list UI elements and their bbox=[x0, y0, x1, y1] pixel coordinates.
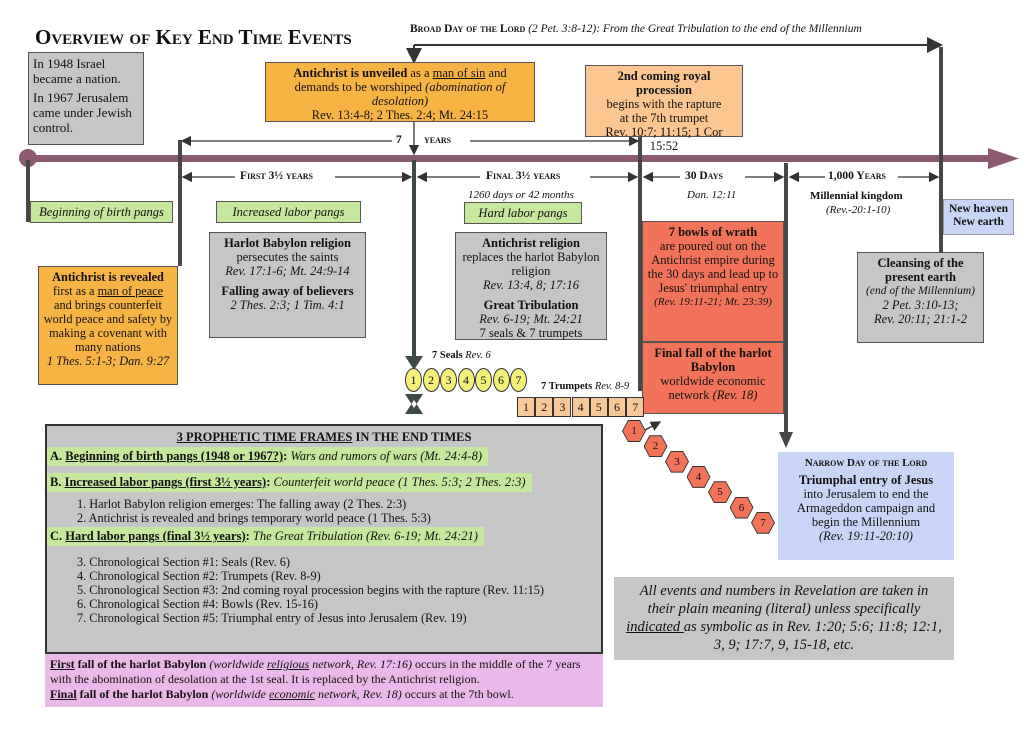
israel-box: In 1948 Israel became a nation. In 1967 J… bbox=[28, 52, 144, 145]
time-frame-list-item: 3. Chronological Section #1: Seals (Rev.… bbox=[77, 555, 290, 569]
frame-b: B. Increased labor pangs (first 3½ years… bbox=[47, 473, 601, 492]
years-label: years bbox=[424, 134, 452, 146]
trumpet-4: 4 bbox=[571, 397, 590, 417]
span-1000-years: 1,000 Years bbox=[828, 170, 886, 182]
timeline-arrowhead bbox=[988, 148, 1019, 169]
seal-6: 6 bbox=[492, 368, 510, 392]
time-frames-box: 3 PROPHETIC TIME FRAMES IN THE END TIMES… bbox=[45, 424, 603, 654]
narrow-day-box: Narrow Day of the Lord Triumphal entry of… bbox=[778, 452, 954, 560]
time-frame-list-item: 7. Chronological Section #5: Triumphal e… bbox=[77, 611, 467, 625]
frame-a: A. Beginning of birth pangs (1948 or 196… bbox=[47, 447, 601, 466]
cleansing-box: Cleansing of the present earth (end of th… bbox=[857, 252, 984, 343]
trumpets-label: 7 Trumpets Rev. 8-9 bbox=[541, 381, 630, 392]
time-frame-list-item: 5. Chronological Section #3: 2nd coming … bbox=[77, 583, 544, 597]
harlot-falls-box: First fall of the harlot Babylon (worldw… bbox=[45, 654, 603, 707]
final-fall-box: Final fall of the harlot Babylon worldwid… bbox=[642, 342, 784, 414]
antichrist-religion-box: Antichrist religion replaces the harlot … bbox=[455, 232, 607, 340]
seal-7: 7 bbox=[510, 368, 527, 392]
broad-day-arrow bbox=[406, 37, 943, 64]
antichrist-revealed-box: Antichrist is revealed first as a man of … bbox=[38, 266, 178, 385]
span-millennial-kingdom: Millennial kingdom bbox=[810, 190, 903, 202]
time-frame-list-item: 2. Antichrist is revealed and brings tem… bbox=[77, 511, 431, 525]
time-frame-list-item: 1. Harlot Babylon religion emerges: The … bbox=[77, 497, 407, 511]
time-frame-list-item: 4. Chronological Section #2: Trumpets (R… bbox=[77, 569, 321, 583]
timeline-bar bbox=[28, 155, 990, 162]
bowl-number: 6 bbox=[730, 497, 753, 518]
span-first-half: First 3½ years bbox=[240, 170, 313, 182]
trumpet-3: 3 bbox=[553, 397, 572, 417]
seals-label: 7 Seals Rev. 6 bbox=[432, 350, 491, 361]
span-final-sub: 1260 days or 42 months bbox=[468, 189, 574, 201]
new-heaven-box: New heaven New earth bbox=[943, 199, 1014, 235]
pangs-hard: Hard labor pangs bbox=[464, 202, 582, 224]
trumpet-5: 5 bbox=[589, 397, 608, 417]
bowl-number: 5 bbox=[709, 482, 731, 503]
pangs-increased: Increased labor pangs bbox=[216, 201, 361, 223]
literal-interpretation-note: All events and numbers in Revelation are… bbox=[614, 577, 954, 660]
trumpet-7: 7 bbox=[626, 397, 645, 417]
seven-years-arrow bbox=[180, 122, 640, 156]
seal-2: 2 bbox=[422, 368, 440, 392]
bowl-arrow bbox=[644, 421, 662, 431]
span-30-days: 30 Days bbox=[685, 170, 723, 182]
antichrist-unveiled-box: Antichrist is unveiled as a man of sin a… bbox=[265, 62, 535, 122]
seal-5: 5 bbox=[475, 368, 492, 392]
bowl-number: 3 bbox=[666, 451, 688, 472]
bowl-number: 1 bbox=[623, 421, 645, 441]
pangs-beginning: Beginning of birth pangs bbox=[30, 201, 173, 223]
frame-c: C. Hard labor pangs (final 3½ years): Th… bbox=[47, 527, 601, 546]
connector-start-7-years bbox=[178, 140, 182, 266]
bowls-of-wrath-box: 7 bowls of wrath are poured out on the An… bbox=[642, 221, 784, 342]
connector-30-days-end bbox=[784, 163, 788, 435]
seal-1: 1 bbox=[405, 368, 422, 392]
time-frame-list-item: 6. Chronological Section #4: Bowls (Rev.… bbox=[77, 597, 319, 611]
bowl-number: 7 bbox=[752, 512, 774, 533]
bowl-number: 4 bbox=[687, 466, 710, 487]
second-coming-box: 2nd coming royal procession begins with t… bbox=[585, 65, 743, 153]
trumpet-1: 1 bbox=[517, 397, 535, 417]
trumpet-2: 2 bbox=[535, 397, 554, 417]
trumpet-6: 6 bbox=[608, 397, 626, 417]
seven-label: 7 bbox=[396, 134, 402, 146]
span-30-days-sub: Dan. 12:11 bbox=[687, 189, 737, 201]
seal-3: 3 bbox=[440, 368, 457, 392]
connector-midpoint bbox=[412, 160, 416, 356]
seal-4: 4 bbox=[457, 368, 475, 392]
bowl-number: 2 bbox=[644, 436, 667, 457]
harlot-babylon-box: Harlot Babylon religion persecutes the sa… bbox=[209, 232, 366, 338]
span-final-half: Final 3½ years bbox=[486, 170, 561, 182]
span-millennial-ref: (Rev.-20:1-10) bbox=[826, 204, 891, 216]
time-frames-heading: 3 PROPHETIC TIME FRAMES IN THE END TIMES bbox=[176, 430, 472, 444]
